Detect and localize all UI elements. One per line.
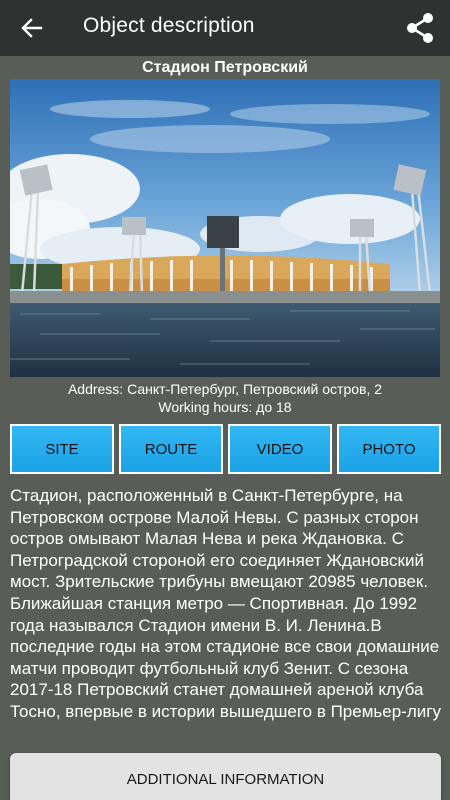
additional-information-button[interactable]: ADDITIONAL INFORMATION bbox=[10, 753, 441, 800]
stadium-photo bbox=[10, 79, 440, 377]
back-button[interactable] bbox=[14, 12, 50, 44]
arrow-left-icon bbox=[21, 18, 43, 38]
share-icon bbox=[407, 13, 433, 43]
working-hours-text: Working hours: до 18 bbox=[158, 399, 292, 415]
object-title: Стадион Петровский bbox=[142, 59, 308, 76]
action-buttons: SITE ROUTE VIDEO PHOTO bbox=[10, 424, 441, 474]
address-text: Address: Санкт-Петербург, Петровский ост… bbox=[67, 381, 383, 397]
route-button[interactable]: ROUTE bbox=[119, 424, 223, 474]
app-bar: Object description bbox=[0, 0, 450, 56]
site-button[interactable]: SITE bbox=[10, 424, 114, 474]
video-button[interactable]: VIDEO bbox=[228, 424, 332, 474]
page-title: Object description bbox=[83, 14, 255, 37]
photo-button[interactable]: PHOTO bbox=[337, 424, 441, 474]
description-text: Стадион, расположенный в Санкт-Петербург… bbox=[10, 486, 441, 721]
share-button[interactable] bbox=[402, 10, 438, 46]
